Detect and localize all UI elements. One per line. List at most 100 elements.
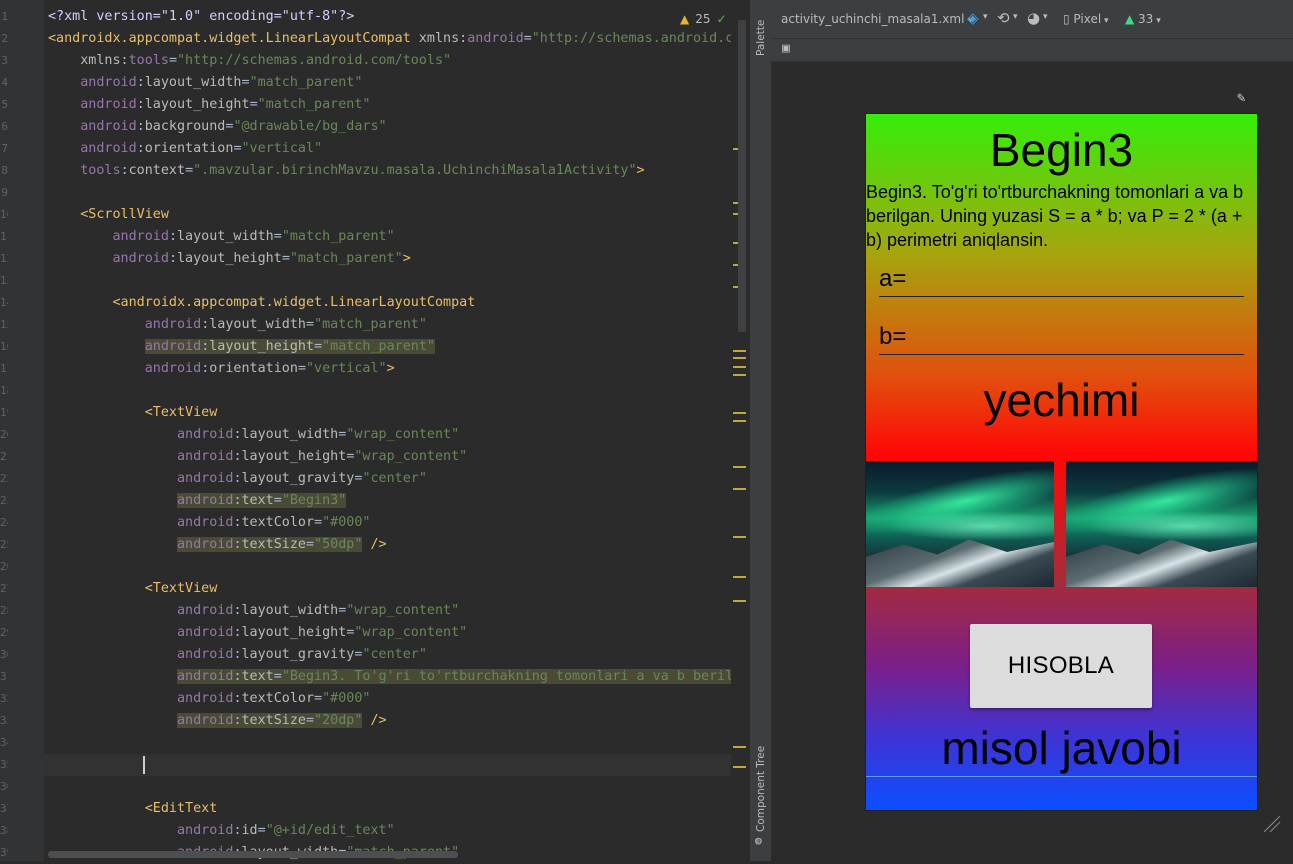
theme-icon[interactable]: ◕ <box>1027 9 1040 27</box>
code-line[interactable]: <EditText <box>48 798 218 820</box>
stripe-mark[interactable] <box>733 766 746 768</box>
stripe-mark[interactable] <box>733 412 746 414</box>
code-line[interactable]: android:layout_height="match_parent" <box>48 336 435 358</box>
stripe-mark[interactable] <box>733 746 746 748</box>
component-tree-tab[interactable]: Component Tree <box>755 746 767 832</box>
line-number[interactable]: 27 <box>0 578 8 600</box>
device-selector[interactable]: ▯ Pixel ▾ <box>1063 12 1109 26</box>
line-number[interactable]: 31 <box>0 666 8 688</box>
wrench-icon[interactable]: ✎ <box>1237 90 1245 106</box>
code-line[interactable]: android:layout_height="wrap_content" <box>48 622 467 644</box>
preview-description[interactable]: Begin3. To'g'ri to'rtburchakning tomonla… <box>866 180 1257 252</box>
code-line[interactable]: android:background="@drawable/bg_dars" <box>48 116 386 138</box>
line-number[interactable]: 1 <box>0 6 8 28</box>
stripe-mark[interactable] <box>733 374 746 376</box>
line-number[interactable]: 22 <box>0 468 8 490</box>
code-line[interactable]: <androidx.appcompat.widget.LinearLayoutC… <box>48 292 476 314</box>
line-number[interactable]: 6 <box>0 116 8 138</box>
line-number[interactable]: 34 <box>0 732 8 754</box>
line-number[interactable]: 21 <box>0 446 8 468</box>
line-number[interactable]: 12 <box>0 248 8 270</box>
line-number[interactable]: 37 <box>0 798 8 820</box>
line-number[interactable]: 8 <box>0 160 8 182</box>
line-number[interactable]: 19 <box>0 402 8 424</box>
code-line[interactable]: android:textSize="50dp" /> <box>48 534 387 556</box>
code-line[interactable]: <ScrollView <box>48 204 169 226</box>
code-line[interactable]: android:textColor="#000" <box>48 688 371 710</box>
line-number[interactable]: 16 <box>0 336 8 358</box>
stripe-mark[interactable] <box>733 366 746 368</box>
code-line[interactable]: android:layout_gravity="center" <box>48 468 427 490</box>
line-number[interactable]: 35 <box>0 754 8 776</box>
horizontal-scrollbar-thumb[interactable] <box>48 851 458 858</box>
preview-title[interactable]: Begin3 <box>866 122 1257 178</box>
stripe-mark[interactable] <box>733 357 746 359</box>
code-line[interactable]: android:textColor="#000" <box>48 512 371 534</box>
resize-handle-icon[interactable] <box>1260 812 1282 834</box>
code-line[interactable]: <?xml version="1.0" encoding="utf-8"?> <box>48 6 354 28</box>
line-number[interactable]: 4 <box>0 72 8 94</box>
line-number[interactable]: 23 <box>0 490 8 512</box>
file-selector[interactable]: activity_uchinchi_masala1.xml ▾ <box>781 12 973 26</box>
line-number[interactable]: 7 <box>0 138 8 160</box>
line-number[interactable]: 30 <box>0 644 8 666</box>
line-number[interactable]: 11 <box>0 226 8 248</box>
stripe-mark[interactable] <box>733 350 746 352</box>
line-number[interactable]: 10 <box>0 204 8 226</box>
line-number[interactable]: 15 <box>0 314 8 336</box>
line-number[interactable]: 3 <box>0 50 8 72</box>
answer-text[interactable]: misol javobi <box>866 720 1257 776</box>
layers-icon[interactable]: ◈ <box>967 9 979 27</box>
api-selector[interactable]: ▲ 33 ▾ <box>1125 12 1161 26</box>
code-line[interactable]: xmlns:tools="http://schemas.android.com/… <box>48 50 451 72</box>
line-number[interactable]: 14 <box>0 292 8 314</box>
line-number[interactable]: 20 <box>0 424 8 446</box>
line-number[interactable]: 5 <box>0 94 8 116</box>
stripe-mark[interactable] <box>733 420 746 422</box>
code-line[interactable]: android:orientation="vertical"> <box>48 358 395 380</box>
code-line[interactable]: <TextView <box>48 578 218 600</box>
line-number[interactable]: 36 <box>0 776 8 798</box>
code-line[interactable]: android:layout_height="match_parent"> <box>48 248 411 270</box>
code-line[interactable]: android:layout_width="wrap_content" <box>48 600 459 622</box>
stripe-mark[interactable] <box>733 536 746 538</box>
code-line[interactable]: android:layout_width="match_parent" <box>48 314 427 336</box>
stripe-mark[interactable] <box>733 600 746 602</box>
line-number[interactable]: 9 <box>0 182 8 204</box>
code-line[interactable]: android:layout_width="wrap_content" <box>48 424 459 446</box>
palette-tab[interactable]: Palette <box>755 20 767 56</box>
input-a[interactable]: a= <box>879 264 1244 297</box>
line-number[interactable]: 2 <box>0 28 8 50</box>
line-number[interactable]: 25 <box>0 534 8 556</box>
stripe-mark[interactable] <box>733 466 746 468</box>
aurora-image[interactable] <box>866 461 1054 587</box>
aurora-image[interactable] <box>1066 461 1257 587</box>
hisobla-button[interactable]: HISOBLA <box>970 624 1152 708</box>
blueprint-icon[interactable]: ▣ <box>782 41 790 56</box>
vertical-scrollbar-thumb[interactable] <box>738 20 746 332</box>
code-line[interactable]: android:layout_height="wrap_content" <box>48 446 467 468</box>
rotate-icon[interactable]: ⟲ <box>997 9 1010 27</box>
code-line[interactable]: android:layout_width="match_parent" <box>48 72 362 94</box>
code-line[interactable]: android:layout_height="match_parent" <box>48 94 370 116</box>
device-preview[interactable]: Begin3 Begin3. To'g'ri to'rtburchakning … <box>866 114 1257 810</box>
line-number[interactable]: 18 <box>0 380 8 402</box>
code-line[interactable]: android:textSize="20dp" /> <box>48 710 387 732</box>
code-line[interactable]: android:id="@+id/edit_text" <box>48 820 395 842</box>
code-line[interactable]: android:layout_gravity="center" <box>48 644 427 666</box>
line-number[interactable]: 29 <box>0 622 8 644</box>
input-b[interactable]: b= <box>879 322 1244 355</box>
line-number[interactable]: 28 <box>0 600 8 622</box>
line-number[interactable]: 32 <box>0 688 8 710</box>
line-number[interactable]: 13 <box>0 270 8 292</box>
line-number[interactable]: 38 <box>0 820 8 842</box>
layout-preview-panel[interactable]: activity_uchinchi_masala1.xml ▾ ◈ ▾ ⟲ ▾ … <box>771 0 1293 861</box>
stripe-mark[interactable] <box>733 488 746 490</box>
code-line[interactable]: android:text="Begin3" <box>48 490 347 512</box>
stripe-mark[interactable] <box>733 576 746 578</box>
line-number[interactable]: 24 <box>0 512 8 534</box>
code-line[interactable]: <TextView <box>48 402 218 424</box>
code-line[interactable]: android:orientation="vertical" <box>48 138 322 160</box>
code-line[interactable]: <androidx.appcompat.widget.LinearLayoutC… <box>48 28 747 50</box>
code-line[interactable]: android:layout_width="match_parent" <box>48 226 395 248</box>
